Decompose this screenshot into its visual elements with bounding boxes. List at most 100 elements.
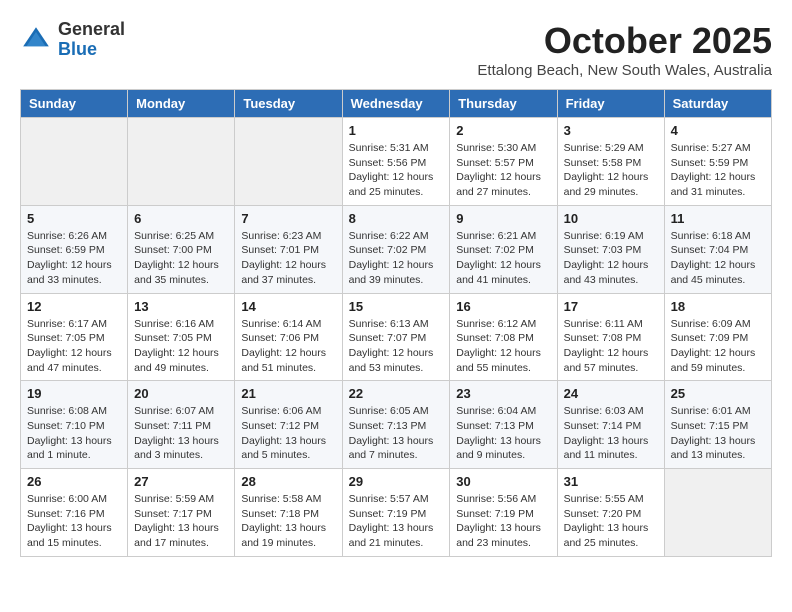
weekday-header-wednesday: Wednesday: [342, 90, 450, 118]
day-number: 6: [134, 211, 228, 226]
day-cell: 14 Sunrise: 6:14 AMSunset: 7:06 PMDaylig…: [235, 293, 342, 381]
month-title: October 2025: [477, 20, 772, 62]
day-info: Sunrise: 5:31 AMSunset: 5:56 PMDaylight:…: [349, 141, 444, 200]
day-number: 31: [564, 474, 658, 489]
day-cell: 13 Sunrise: 6:16 AMSunset: 7:05 PMDaylig…: [128, 293, 235, 381]
day-number: 18: [671, 299, 765, 314]
day-cell: 1 Sunrise: 5:31 AMSunset: 5:56 PMDayligh…: [342, 118, 450, 206]
day-cell: 16 Sunrise: 6:12 AMSunset: 7:08 PMDaylig…: [450, 293, 557, 381]
day-info: Sunrise: 6:23 AMSunset: 7:01 PMDaylight:…: [241, 229, 335, 288]
day-number: 12: [27, 299, 121, 314]
week-row-4: 19 Sunrise: 6:08 AMSunset: 7:10 PMDaylig…: [21, 381, 772, 469]
day-cell: 20 Sunrise: 6:07 AMSunset: 7:11 PMDaylig…: [128, 381, 235, 469]
day-info: Sunrise: 6:22 AMSunset: 7:02 PMDaylight:…: [349, 229, 444, 288]
week-row-3: 12 Sunrise: 6:17 AMSunset: 7:05 PMDaylig…: [21, 293, 772, 381]
day-number: 9: [456, 211, 550, 226]
day-number: 27: [134, 474, 228, 489]
day-number: 15: [349, 299, 444, 314]
weekday-header-saturday: Saturday: [664, 90, 771, 118]
day-cell: 9 Sunrise: 6:21 AMSunset: 7:02 PMDayligh…: [450, 205, 557, 293]
weekday-header-row: SundayMondayTuesdayWednesdayThursdayFrid…: [21, 90, 772, 118]
day-number: 4: [671, 123, 765, 138]
day-info: Sunrise: 6:03 AMSunset: 7:14 PMDaylight:…: [564, 404, 658, 463]
weekday-header-tuesday: Tuesday: [235, 90, 342, 118]
logo-general: General: [58, 20, 125, 40]
day-cell: 24 Sunrise: 6:03 AMSunset: 7:14 PMDaylig…: [557, 381, 664, 469]
day-number: 13: [134, 299, 228, 314]
day-cell: [21, 118, 128, 206]
day-cell: 19 Sunrise: 6:08 AMSunset: 7:10 PMDaylig…: [21, 381, 128, 469]
logo: General Blue: [20, 20, 125, 60]
title-section: October 2025 Ettalong Beach, New South W…: [477, 20, 772, 79]
day-cell: 22 Sunrise: 6:05 AMSunset: 7:13 PMDaylig…: [342, 381, 450, 469]
day-number: 19: [27, 386, 121, 401]
day-number: 8: [349, 211, 444, 226]
day-info: Sunrise: 6:17 AMSunset: 7:05 PMDaylight:…: [27, 317, 121, 376]
page-header: General Blue October 2025 Ettalong Beach…: [20, 20, 772, 79]
day-cell: 29 Sunrise: 5:57 AMSunset: 7:19 PMDaylig…: [342, 469, 450, 557]
day-cell: [128, 118, 235, 206]
logo-text: General Blue: [58, 20, 125, 60]
day-number: 22: [349, 386, 444, 401]
day-info: Sunrise: 6:25 AMSunset: 7:00 PMDaylight:…: [134, 229, 228, 288]
day-number: 25: [671, 386, 765, 401]
logo-blue: Blue: [58, 40, 125, 60]
day-cell: [664, 469, 771, 557]
day-number: 30: [456, 474, 550, 489]
day-info: Sunrise: 6:21 AMSunset: 7:02 PMDaylight:…: [456, 229, 550, 288]
day-info: Sunrise: 6:07 AMSunset: 7:11 PMDaylight:…: [134, 404, 228, 463]
day-number: 1: [349, 123, 444, 138]
day-cell: 17 Sunrise: 6:11 AMSunset: 7:08 PMDaylig…: [557, 293, 664, 381]
day-info: Sunrise: 6:12 AMSunset: 7:08 PMDaylight:…: [456, 317, 550, 376]
day-cell: 23 Sunrise: 6:04 AMSunset: 7:13 PMDaylig…: [450, 381, 557, 469]
day-info: Sunrise: 6:26 AMSunset: 6:59 PMDaylight:…: [27, 229, 121, 288]
day-number: 17: [564, 299, 658, 314]
day-info: Sunrise: 6:16 AMSunset: 7:05 PMDaylight:…: [134, 317, 228, 376]
weekday-header-friday: Friday: [557, 90, 664, 118]
day-cell: 25 Sunrise: 6:01 AMSunset: 7:15 PMDaylig…: [664, 381, 771, 469]
week-row-2: 5 Sunrise: 6:26 AMSunset: 6:59 PMDayligh…: [21, 205, 772, 293]
day-info: Sunrise: 5:29 AMSunset: 5:58 PMDaylight:…: [564, 141, 658, 200]
day-info: Sunrise: 6:18 AMSunset: 7:04 PMDaylight:…: [671, 229, 765, 288]
day-cell: 30 Sunrise: 5:56 AMSunset: 7:19 PMDaylig…: [450, 469, 557, 557]
day-number: 3: [564, 123, 658, 138]
calendar: SundayMondayTuesdayWednesdayThursdayFrid…: [20, 89, 772, 557]
day-info: Sunrise: 6:05 AMSunset: 7:13 PMDaylight:…: [349, 404, 444, 463]
location: Ettalong Beach, New South Wales, Austral…: [477, 62, 772, 79]
day-info: Sunrise: 6:00 AMSunset: 7:16 PMDaylight:…: [27, 492, 121, 551]
week-row-1: 1 Sunrise: 5:31 AMSunset: 5:56 PMDayligh…: [21, 118, 772, 206]
day-cell: 3 Sunrise: 5:29 AMSunset: 5:58 PMDayligh…: [557, 118, 664, 206]
day-number: 14: [241, 299, 335, 314]
day-number: 11: [671, 211, 765, 226]
day-info: Sunrise: 6:09 AMSunset: 7:09 PMDaylight:…: [671, 317, 765, 376]
day-cell: [235, 118, 342, 206]
day-number: 28: [241, 474, 335, 489]
day-cell: 8 Sunrise: 6:22 AMSunset: 7:02 PMDayligh…: [342, 205, 450, 293]
day-info: Sunrise: 6:11 AMSunset: 7:08 PMDaylight:…: [564, 317, 658, 376]
day-number: 23: [456, 386, 550, 401]
day-cell: 12 Sunrise: 6:17 AMSunset: 7:05 PMDaylig…: [21, 293, 128, 381]
day-info: Sunrise: 5:55 AMSunset: 7:20 PMDaylight:…: [564, 492, 658, 551]
day-info: Sunrise: 6:06 AMSunset: 7:12 PMDaylight:…: [241, 404, 335, 463]
day-number: 20: [134, 386, 228, 401]
day-cell: 28 Sunrise: 5:58 AMSunset: 7:18 PMDaylig…: [235, 469, 342, 557]
day-info: Sunrise: 6:13 AMSunset: 7:07 PMDaylight:…: [349, 317, 444, 376]
day-info: Sunrise: 5:59 AMSunset: 7:17 PMDaylight:…: [134, 492, 228, 551]
day-info: Sunrise: 5:56 AMSunset: 7:19 PMDaylight:…: [456, 492, 550, 551]
logo-icon: [20, 24, 52, 56]
day-info: Sunrise: 5:30 AMSunset: 5:57 PMDaylight:…: [456, 141, 550, 200]
day-info: Sunrise: 5:57 AMSunset: 7:19 PMDaylight:…: [349, 492, 444, 551]
day-cell: 2 Sunrise: 5:30 AMSunset: 5:57 PMDayligh…: [450, 118, 557, 206]
day-cell: 26 Sunrise: 6:00 AMSunset: 7:16 PMDaylig…: [21, 469, 128, 557]
day-number: 21: [241, 386, 335, 401]
day-info: Sunrise: 6:14 AMSunset: 7:06 PMDaylight:…: [241, 317, 335, 376]
day-number: 2: [456, 123, 550, 138]
weekday-header-sunday: Sunday: [21, 90, 128, 118]
day-cell: 15 Sunrise: 6:13 AMSunset: 7:07 PMDaylig…: [342, 293, 450, 381]
day-info: Sunrise: 5:27 AMSunset: 5:59 PMDaylight:…: [671, 141, 765, 200]
day-info: Sunrise: 6:08 AMSunset: 7:10 PMDaylight:…: [27, 404, 121, 463]
day-info: Sunrise: 6:04 AMSunset: 7:13 PMDaylight:…: [456, 404, 550, 463]
day-cell: 18 Sunrise: 6:09 AMSunset: 7:09 PMDaylig…: [664, 293, 771, 381]
day-cell: 27 Sunrise: 5:59 AMSunset: 7:17 PMDaylig…: [128, 469, 235, 557]
day-cell: 21 Sunrise: 6:06 AMSunset: 7:12 PMDaylig…: [235, 381, 342, 469]
